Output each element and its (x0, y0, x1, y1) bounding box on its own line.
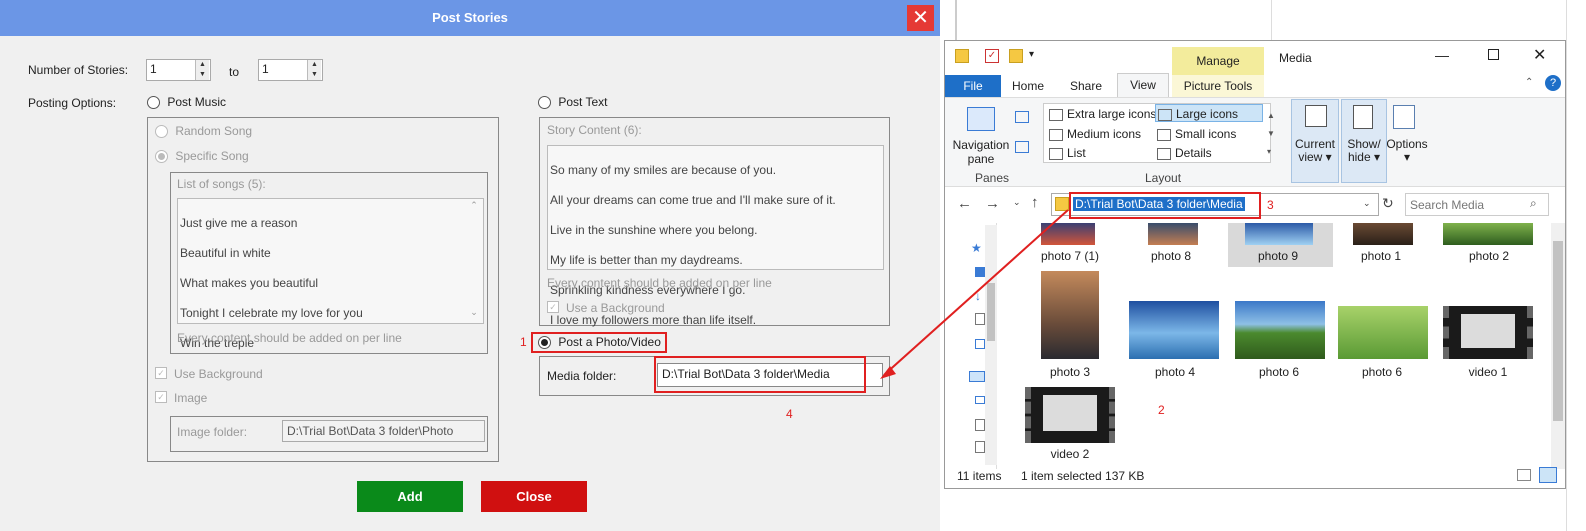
arrow-line (883, 209, 1069, 376)
arrow-head (880, 366, 896, 379)
annotation-arrow (880, 209, 1069, 379)
